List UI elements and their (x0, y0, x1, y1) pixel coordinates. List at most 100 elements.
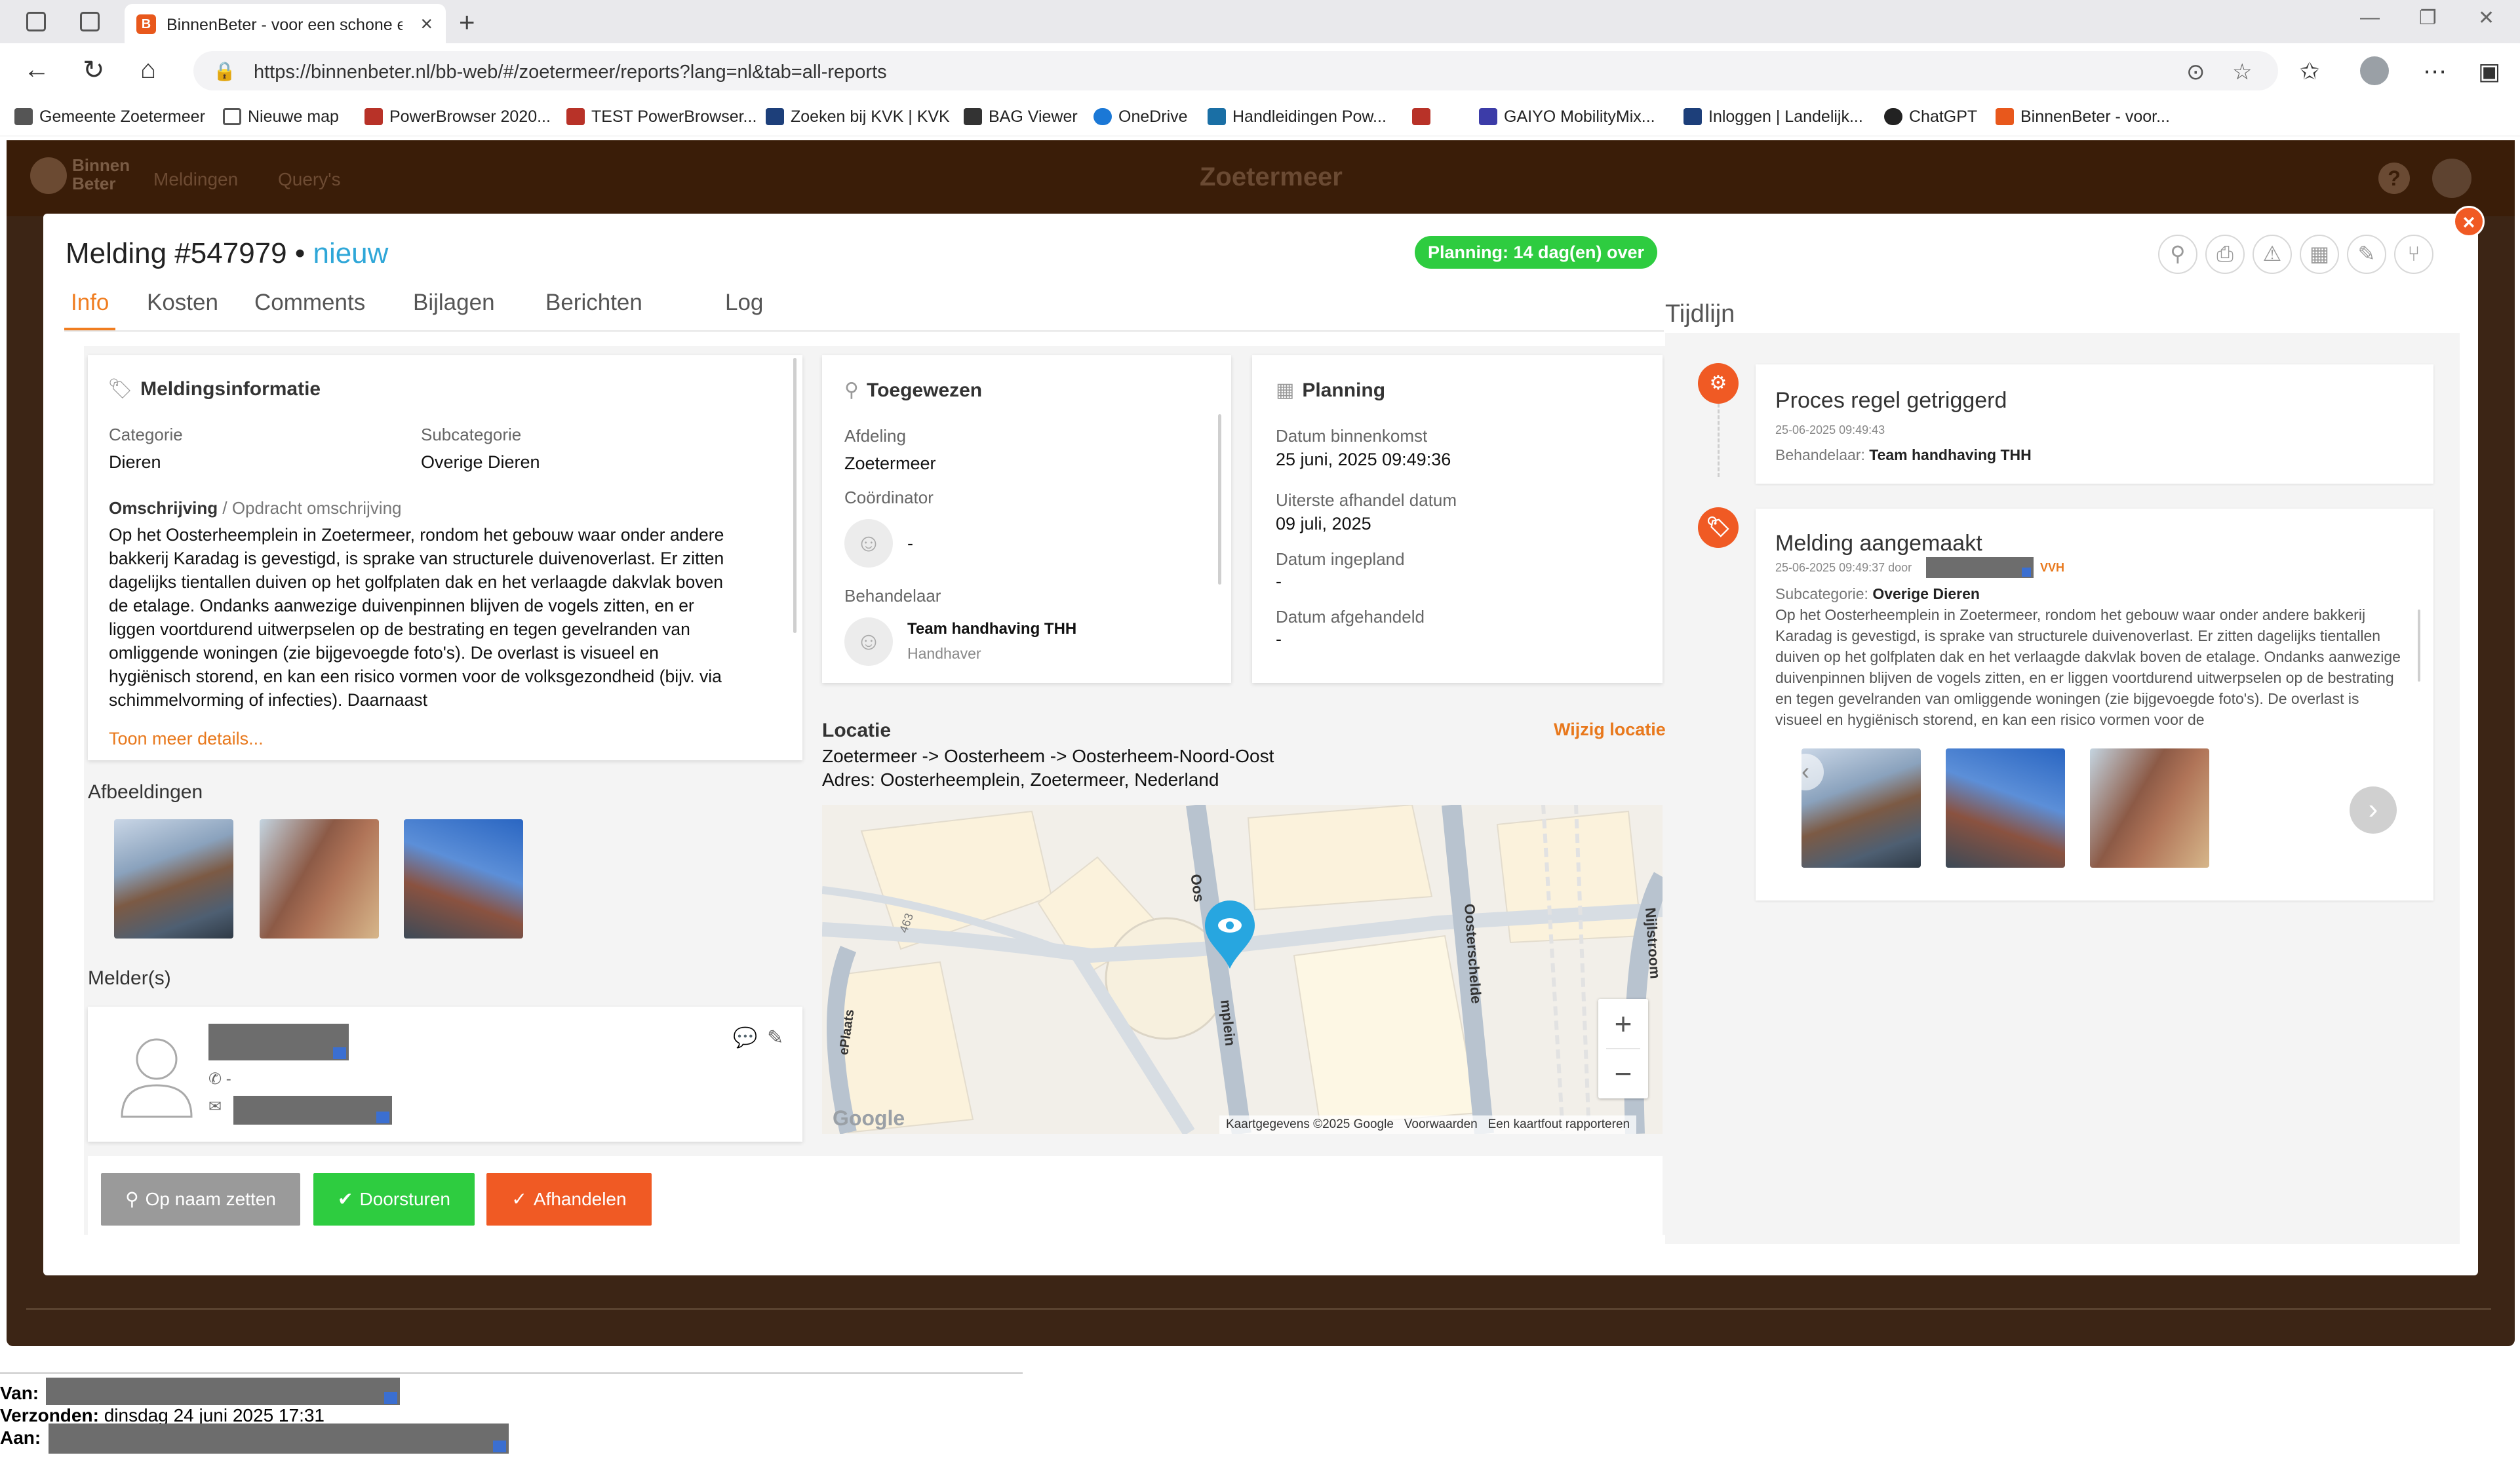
bookmark-item[interactable]: GAIYO MobilityMix... (1479, 107, 1655, 126)
message-icon[interactable]: 💬 (733, 1026, 757, 1049)
redacted-author (1926, 557, 2034, 578)
more-icon[interactable]: ⋯ (2423, 58, 2447, 85)
coordinator-avatar: ☺ (844, 519, 893, 568)
image-thumbnail[interactable] (404, 819, 523, 939)
timeline-item-melding: Melding aangemaakt 25-06-2025 09:49:37 d… (1756, 509, 2433, 901)
bookmark-item[interactable]: BAG Viewer (964, 107, 1078, 126)
behandelaar-role: Handhaver (907, 645, 981, 662)
edit-melder-icon[interactable]: ✎ (767, 1026, 783, 1049)
user-placeholder-icon (121, 1038, 193, 1118)
bookmark-folder-icon[interactable] (1412, 107, 1437, 126)
ingepland-label: Datum ingepland (1276, 549, 1405, 569)
nav-querys[interactable]: Query's (278, 169, 341, 190)
help-icon[interactable]: ? (2378, 163, 2410, 194)
email-header-fragment: Van: Verzonden: dinsdag 24 juni 2025 17:… (0, 1372, 1023, 1471)
action-bar: ⚲ Op naam zetten ✔ Doorsturen ✓ Afhandelen (88, 1156, 1663, 1243)
bookmark-item[interactable]: Handleidingen Pow... (1208, 107, 1387, 126)
tab-log[interactable]: Log (719, 290, 770, 330)
op-naam-zetten-button[interactable]: ⚲ Op naam zetten (101, 1173, 300, 1226)
scrollbar[interactable] (2418, 610, 2420, 682)
uiterste-value: 09 juli, 2025 (1276, 514, 1371, 533)
app-divider (26, 1308, 2491, 1310)
zoom-in-button[interactable]: + (1598, 999, 1648, 1049)
url-field[interactable]: 🔒 https://binnenbeter.nl/bb-web/#/zoeter… (193, 51, 2278, 90)
afhandelen-button[interactable]: ✓ Afhandelen (486, 1173, 652, 1226)
app-header: Binnen Beter Meldingen Query's Zoetermeer… (7, 140, 2515, 216)
bookmark-item[interactable]: OneDrive (1093, 107, 1188, 126)
author-tag: VVH (2040, 561, 2065, 574)
favorite-star-icon[interactable]: ☆ (2232, 59, 2252, 85)
profile-avatar[interactable] (2360, 56, 2389, 85)
timeline-item-title: Proces regel getriggerd (1775, 388, 2007, 413)
minimize-icon[interactable]: — (2360, 7, 2380, 29)
bookmark-item[interactable]: Nieuwe map (223, 107, 339, 126)
restore-icon[interactable]: ❐ (2419, 7, 2437, 29)
behandelaar-value: Team handhaving THH (907, 620, 1077, 638)
carousel-prev-button[interactable]: ‹ (1787, 754, 1824, 790)
toon-meer-link[interactable]: Toon meer details... (109, 729, 264, 749)
bookmark-item[interactable]: Zoeken bij KVK | KVK (766, 107, 950, 126)
scrollbar[interactable] (793, 358, 797, 633)
print-icon[interactable]: ⎙ (2205, 235, 2245, 274)
timeline-image-thumbnail[interactable] (2090, 748, 2209, 868)
tab-kosten[interactable]: Kosten (140, 290, 225, 330)
home-icon[interactable]: ⌂ (140, 55, 156, 85)
bookmark-item[interactable]: ChatGPT (1884, 107, 1977, 126)
location-map[interactable]: Oos mplein Oosterschelde Nijlstroom ePla… (822, 805, 1663, 1134)
toegewezen-card: ⚲ Toegewezen Afdeling Zoetermeer Coördina… (822, 355, 1231, 683)
tab-berichten[interactable]: Berichten (539, 290, 649, 330)
window-close-icon[interactable]: ✕ (2478, 7, 2494, 29)
bookmark-item[interactable]: PowerBrowser 2020... (364, 107, 551, 126)
bookmark-item[interactable]: Gemeente Zoetermeer (14, 107, 205, 126)
bookmark-item[interactable]: TEST PowerBrowser... (566, 107, 757, 126)
image-thumbnail[interactable] (260, 819, 379, 939)
reader-icon[interactable]: ⊙ (2186, 59, 2205, 85)
scrollbar[interactable] (1218, 414, 1221, 585)
tijdlijn-panel: ⚙ Proces regel getriggerd 25-06-2025 09:… (1665, 333, 2460, 1244)
bookmark-item[interactable]: Inloggen | Landelijk... (1683, 107, 1863, 126)
map-marker-eye-icon[interactable] (1202, 899, 1257, 970)
subcategorie-value: Overige Dieren (421, 452, 540, 472)
favorites-icon[interactable]: ✩ (2300, 58, 2319, 85)
timeline-image-thumbnail[interactable] (1946, 748, 2065, 868)
locatie-path: Zoetermeer -> Oosterheem -> Oosterheem-N… (822, 746, 1274, 766)
bookmark-item[interactable]: BinnenBeter - voor... (1996, 107, 2170, 126)
user-avatar[interactable] (2432, 159, 2471, 198)
map-terms-link[interactable]: Voorwaarden (1404, 1117, 1478, 1131)
wijzig-locatie-link[interactable]: Wijzig locatie (1554, 720, 1666, 740)
map-zoom-control: + − (1598, 999, 1648, 1098)
nav-meldingen[interactable]: Meldingen (153, 169, 238, 190)
planning-header: ▦ Planning (1276, 379, 1386, 401)
close-tab-icon[interactable]: × (420, 12, 433, 36)
redacted-email (233, 1096, 392, 1125)
doorsturen-button[interactable]: ✔ Doorsturen (313, 1173, 475, 1226)
close-modal-button[interactable]: × (2453, 206, 2485, 237)
edit-icon[interactable]: ✎ (2347, 235, 2386, 274)
timeline-subcategorie: Subcategorie: Overige Dieren (1775, 585, 1980, 602)
tab-actions-icon[interactable] (80, 12, 100, 31)
back-icon[interactable]: ← (24, 55, 50, 85)
email-van-label: Van: (0, 1383, 39, 1403)
browser-tab[interactable]: B BinnenBeter - voor een schone en × (125, 4, 446, 43)
tab-comments[interactable]: Comments (248, 290, 372, 330)
calendar-icon[interactable]: ▦ (2300, 235, 2339, 274)
new-tab-icon[interactable]: + (459, 7, 475, 38)
split-icon[interactable]: ⑂ (2394, 235, 2433, 274)
warning-icon[interactable]: ⚠ (2253, 235, 2292, 274)
planning-badge: Planning: 14 dag(en) over (1415, 236, 1658, 269)
url-text: https://binnenbeter.nl/bb-web/#/zoeterme… (254, 62, 887, 83)
categorie-value: Dieren (109, 452, 161, 472)
timeline-description: Op het Oosterheemplein in Zoetermeer, ro… (1775, 606, 2401, 728)
zoom-out-button[interactable]: − (1598, 1049, 1648, 1098)
assign-user-icon[interactable]: ⚲ (2158, 235, 2197, 274)
report-title: Melding #547979 • nieuw (66, 237, 389, 269)
sidebar-icon[interactable]: ▣ (2478, 58, 2500, 85)
melder-card: ✆ - ✉ 💬 ✎ (88, 1007, 802, 1142)
tab-info[interactable]: Info (64, 290, 116, 330)
reload-icon[interactable]: ↻ (83, 55, 105, 85)
workspaces-icon[interactable] (26, 12, 46, 31)
carousel-next-button[interactable]: › (2350, 786, 2397, 834)
map-report-link[interactable]: Een kaartfout rapporteren (1488, 1117, 1630, 1131)
image-thumbnail[interactable] (114, 819, 233, 939)
tab-bijlagen[interactable]: Bijlagen (406, 290, 502, 330)
